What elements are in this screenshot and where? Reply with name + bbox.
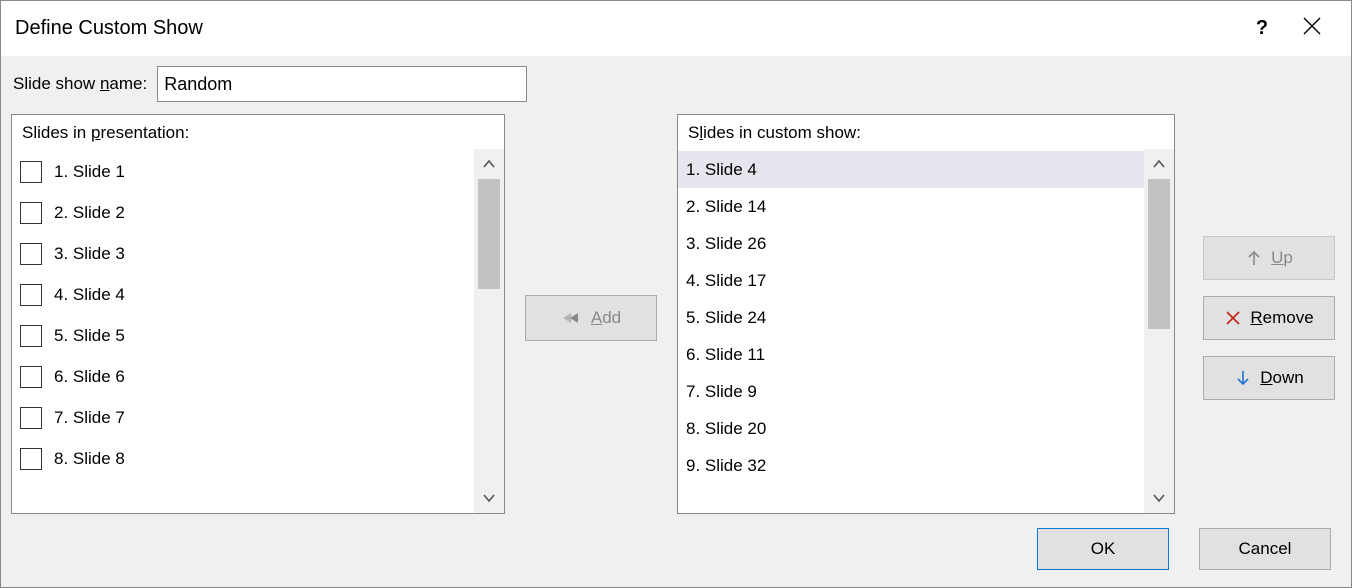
- add-arrow-icon: [561, 311, 583, 325]
- arrow-up-icon: [1245, 249, 1263, 267]
- list-item-label: 8. Slide 20: [686, 419, 766, 439]
- slides-in-custom-show-listbox: Slides in custom show: 1. Slide 4 2. Slid…: [677, 114, 1175, 514]
- list-item-label: 3. Slide 26: [686, 234, 766, 254]
- checkbox[interactable]: [20, 325, 42, 347]
- dialog-title: Define Custom Show: [15, 17, 1237, 40]
- list-item-label: 7. Slide 9: [686, 382, 757, 402]
- name-row: Slide show name:: [13, 66, 1341, 102]
- remove-button[interactable]: Remove: [1203, 296, 1335, 340]
- cancel-button[interactable]: Cancel: [1199, 528, 1331, 570]
- left-scrollbar[interactable]: [474, 149, 504, 513]
- list-item[interactable]: 2. Slide 2: [12, 192, 474, 233]
- list-item-label: 1. Slide 4: [686, 160, 757, 180]
- arrow-down-icon: [1234, 369, 1252, 387]
- dialog-footer: OK Cancel: [11, 521, 1341, 577]
- dialog-body: Slide show name: Slides in presentation:…: [1, 56, 1351, 587]
- checkbox[interactable]: [20, 407, 42, 429]
- list-item[interactable]: 5. Slide 24: [678, 299, 1144, 336]
- list-item-label: 7. Slide 7: [54, 408, 125, 428]
- checkbox[interactable]: [20, 202, 42, 224]
- scroll-up-arrow-icon[interactable]: [1144, 149, 1174, 179]
- titlebar: Define Custom Show ?: [1, 1, 1351, 56]
- checkbox[interactable]: [20, 284, 42, 306]
- list-item[interactable]: 1. Slide 4: [678, 151, 1144, 188]
- slides-in-presentation-header: Slides in presentation:: [12, 115, 504, 149]
- ok-button[interactable]: OK: [1037, 528, 1169, 570]
- name-label: Slide show name:: [13, 74, 147, 94]
- slides-in-presentation-listbox: Slides in presentation: 1. Slide 1 2. Sli…: [11, 114, 505, 514]
- scrollbar-thumb[interactable]: [1148, 179, 1170, 329]
- list-item[interactable]: 7. Slide 9: [678, 373, 1144, 410]
- slides-in-custom-show-list[interactable]: 1. Slide 4 2. Slide 14 3. Slide 26 4. Slide…: [678, 149, 1144, 513]
- list-item[interactable]: 4. Slide 4: [12, 274, 474, 315]
- slides-in-custom-show-header: Slides in custom show:: [678, 115, 1174, 149]
- add-column: Add: [505, 114, 677, 521]
- close-icon: [1303, 17, 1321, 35]
- list-item[interactable]: 4. Slide 17: [678, 262, 1144, 299]
- list-item[interactable]: 3. Slide 26: [678, 225, 1144, 262]
- slide-show-name-input[interactable]: [157, 66, 527, 102]
- list-item[interactable]: 3. Slide 3: [12, 233, 474, 274]
- slides-in-presentation-list[interactable]: 1. Slide 1 2. Slide 2 3. Slide 3 4. Slide 4…: [12, 149, 474, 513]
- checkbox[interactable]: [20, 448, 42, 470]
- checkbox[interactable]: [20, 366, 42, 388]
- list-item[interactable]: 8. Slide 20: [678, 410, 1144, 447]
- add-button[interactable]: Add: [525, 295, 657, 341]
- up-button[interactable]: Up: [1203, 236, 1335, 280]
- list-item-label: 5. Slide 5: [54, 326, 125, 346]
- list-item-label: 1. Slide 1: [54, 162, 125, 182]
- list-item-label: 3. Slide 3: [54, 244, 125, 264]
- checkbox[interactable]: [20, 161, 42, 183]
- list-item[interactable]: 6. Slide 11: [678, 336, 1144, 373]
- list-item[interactable]: 9. Slide 32: [678, 447, 1144, 484]
- list-item[interactable]: 6. Slide 6: [12, 356, 474, 397]
- list-item-label: 5. Slide 24: [686, 308, 766, 328]
- list-item[interactable]: 7. Slide 7: [12, 397, 474, 438]
- list-item[interactable]: 5. Slide 5: [12, 315, 474, 356]
- mid-area: Slides in presentation: 1. Slide 1 2. Sli…: [11, 114, 1341, 521]
- scrollbar-track[interactable]: [474, 179, 504, 483]
- list-item[interactable]: 8. Slide 8: [12, 438, 474, 479]
- list-item-label: 6. Slide 11: [686, 345, 765, 365]
- close-button[interactable]: [1287, 17, 1337, 41]
- checkbox[interactable]: [20, 243, 42, 265]
- list-item-label: 4. Slide 4: [54, 285, 125, 305]
- list-item[interactable]: 1. Slide 1: [12, 151, 474, 192]
- list-item-label: 6. Slide 6: [54, 367, 125, 387]
- list-item-label: 9. Slide 32: [686, 456, 766, 476]
- list-item[interactable]: 2. Slide 14: [678, 188, 1144, 225]
- list-item-label: 2. Slide 2: [54, 203, 125, 223]
- scrollbar-thumb[interactable]: [478, 179, 500, 289]
- down-button[interactable]: Down: [1203, 356, 1335, 400]
- define-custom-show-dialog: Define Custom Show ? Slide show name: Sl…: [0, 0, 1352, 588]
- help-button[interactable]: ?: [1237, 17, 1287, 40]
- scroll-down-arrow-icon[interactable]: [1144, 483, 1174, 513]
- list-item-label: 4. Slide 17: [686, 271, 766, 291]
- right-scrollbar[interactable]: [1144, 149, 1174, 513]
- scrollbar-track[interactable]: [1144, 179, 1174, 483]
- scroll-down-arrow-icon[interactable]: [474, 483, 504, 513]
- scroll-up-arrow-icon[interactable]: [474, 149, 504, 179]
- reorder-buttons: Up Remove Down: [1175, 114, 1341, 521]
- remove-x-icon: [1224, 309, 1242, 327]
- list-item-label: 2. Slide 14: [686, 197, 766, 217]
- list-item-label: 8. Slide 8: [54, 449, 125, 469]
